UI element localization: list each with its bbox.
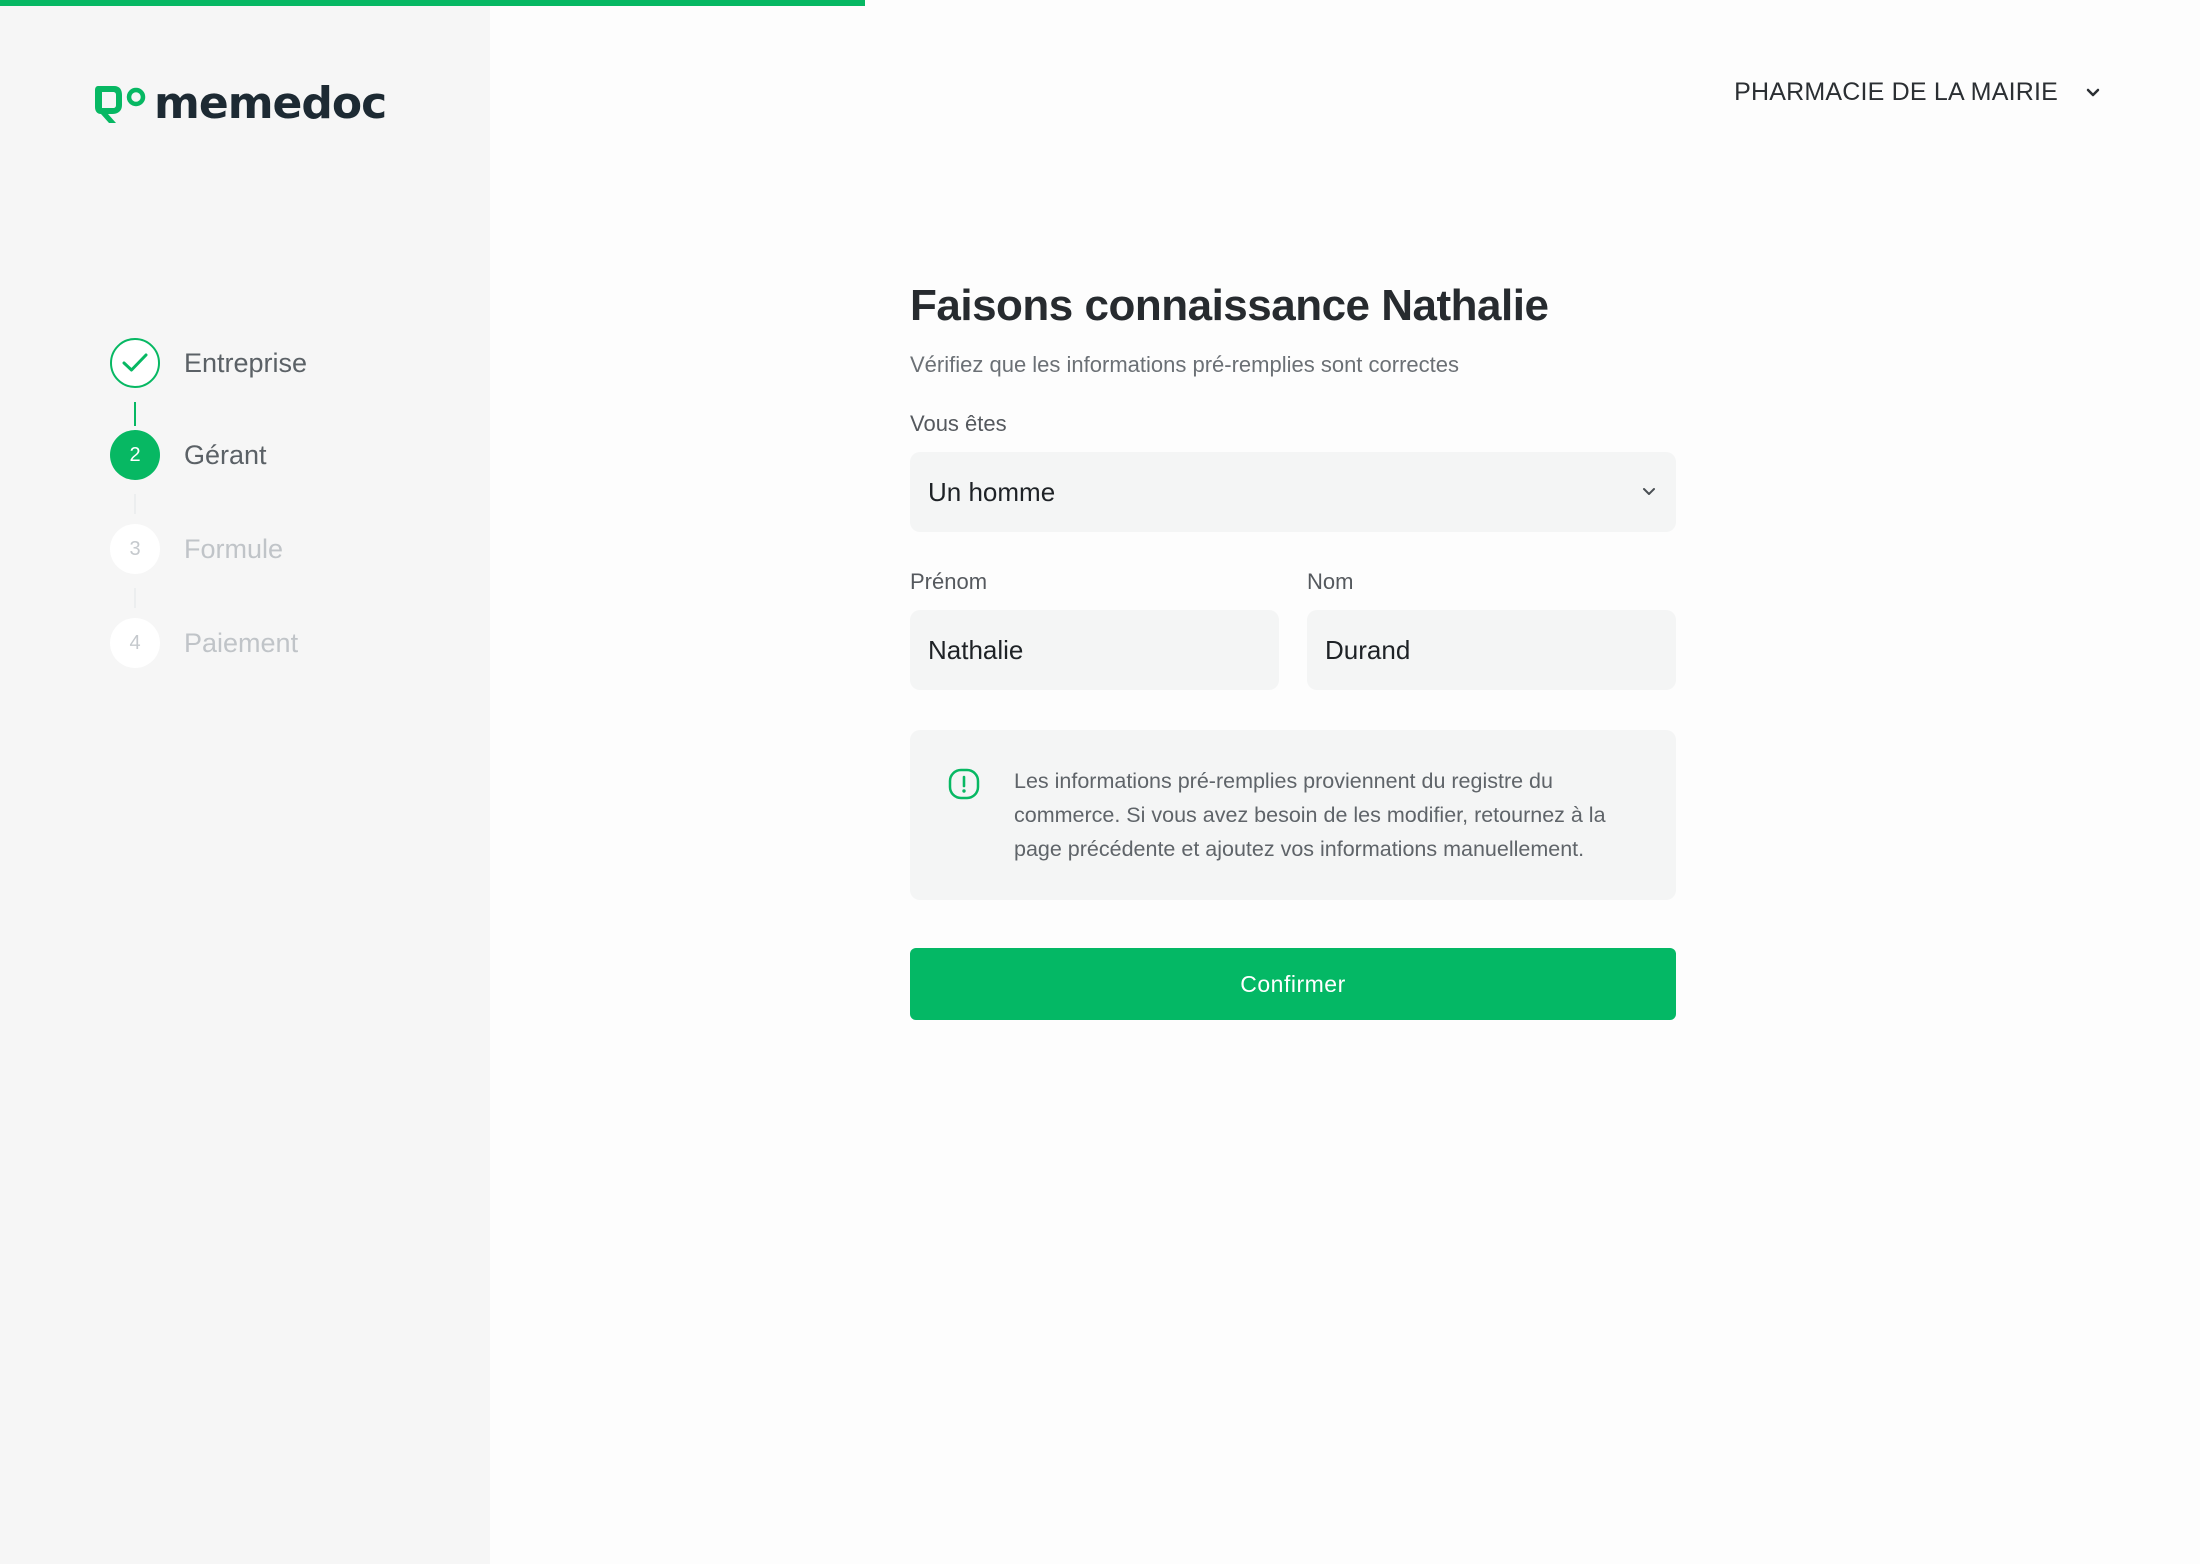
first-name-field[interactable]: Nathalie	[910, 610, 1279, 690]
progress-bar	[0, 0, 2200, 6]
progress-bar-fill	[0, 0, 865, 6]
step-connector	[134, 402, 136, 426]
step-formule: 3 Formule	[110, 524, 283, 574]
step-formule-label: Formule	[184, 533, 284, 564]
last-name-field[interactable]: Durand	[1307, 610, 1676, 690]
manager-form: Faisons connaissance Nathalie Vérifiez q…	[910, 278, 1676, 1020]
step-gerant-label: Gérant	[184, 439, 267, 470]
sex-select-value: Un homme	[928, 476, 1056, 507]
step-gerant-number: 2	[110, 430, 160, 480]
alert-icon	[948, 768, 980, 800]
last-name-label: Nom	[1307, 569, 1354, 594]
step-paiement-label: Paiement	[184, 627, 299, 658]
name-row: Prénom Nathalie Nom Durand	[910, 568, 1676, 690]
confirm-button[interactable]: Confirmer	[910, 948, 1676, 1020]
step-connector	[134, 588, 136, 608]
page-title: Faisons connaissance Nathalie	[910, 281, 1549, 330]
memedoc-logo-icon	[95, 86, 146, 123]
first-name-label: Prénom	[910, 569, 988, 594]
step-paiement-number: 4	[110, 618, 160, 668]
chevron-down-icon	[1643, 488, 1655, 495]
sidebar: memedoc Entreprise 2 Gérant 3 Formule 4 …	[0, 0, 490, 1564]
sex-label: Vous êtes	[910, 411, 1007, 436]
sex-select[interactable]: Un homme	[910, 452, 1676, 532]
step-paiement: 4 Paiement	[110, 618, 298, 668]
step-connector	[134, 494, 136, 514]
pharmacy-selector[interactable]: PHARMACIE DE LA MAIRIE	[1734, 78, 2100, 107]
logo-text: memedoc	[154, 78, 387, 129]
step-entreprise[interactable]: Entreprise	[110, 338, 307, 388]
step-formule-number: 3	[110, 524, 160, 574]
info-notice-text: Les informations pré-remplies proviennen…	[1014, 769, 1606, 861]
check-icon	[122, 353, 148, 372]
info-notice: Les informations pré-remplies proviennen…	[910, 730, 1676, 900]
step-entreprise-check	[110, 338, 160, 388]
step-entreprise-label: Entreprise	[184, 347, 308, 378]
chevron-down-icon	[2086, 88, 2100, 96]
pharmacy-name: PHARMACIE DE LA MAIRIE	[1734, 78, 2058, 106]
logo: memedoc	[92, 78, 387, 129]
page-subtitle: Vérifiez que les informations pré-rempli…	[910, 352, 1460, 377]
step-gerant[interactable]: 2 Gérant	[110, 430, 267, 480]
